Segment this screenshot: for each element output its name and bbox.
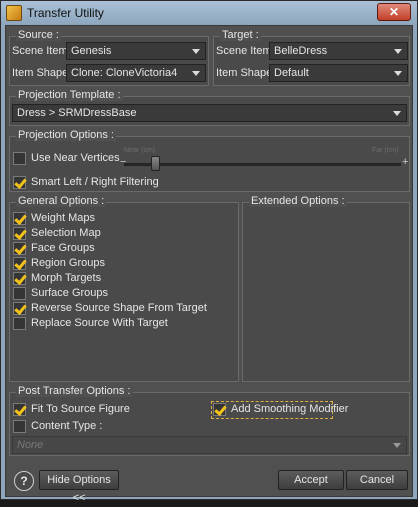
transfer-utility-window: Transfer Utility ✕ Source : Scene Item :… [0,0,418,504]
general-option-label: Region Groups [31,257,105,269]
use-near-vertices-label: Use Near Vertices [31,152,120,164]
source-scene-item-value: Genesis [71,45,112,57]
content-type-dropdown[interactable]: None [12,436,407,454]
target-legend: Target : [220,29,261,41]
general-option-label: Reverse Source Shape From Target [31,302,207,314]
distance-slider-handle[interactable] [150,156,160,171]
hide-options-button[interactable]: Hide Options << [39,470,119,504]
close-button[interactable]: ✕ [377,3,411,21]
use-near-vertices-box [13,152,26,165]
extended-options-legend: Extended Options : [249,195,347,207]
app-icon [6,5,22,21]
general-option-label: Replace Source With Target [31,317,168,329]
help-icon: ? [20,474,28,488]
general-option-label: Selection Map [31,227,101,239]
general-option-checkbox[interactable]: Morph Targets [13,272,233,286]
smart-filtering-checkbox[interactable]: Smart Left / Right Filtering [13,176,213,190]
projection-template-value: Dress > SRMDressBase [17,107,137,119]
chevron-down-icon [394,71,402,76]
projection-options-legend: Projection Options : [16,129,116,141]
general-option-box [13,302,26,315]
close-icon: ✕ [388,5,400,19]
distance-slider-track[interactable] [124,163,401,166]
general-option-box [13,272,26,285]
fit-to-source-label: Fit To Source Figure [31,403,130,415]
window-title: Transfer Utility [27,6,104,20]
content-type-value: None [17,439,44,451]
general-option-checkbox[interactable]: Reverse Source Shape From Target [13,302,233,316]
target-scene-item-dropdown[interactable]: BelleDress [269,42,408,60]
general-option-box [13,287,26,300]
chevron-down-icon [393,443,401,448]
general-option-label: Morph Targets [31,272,102,284]
general-option-checkbox[interactable]: Surface Groups [13,287,233,301]
post-transfer-legend: Post Transfer Options : [16,385,133,397]
target-scene-item-value: BelleDress [274,45,328,57]
general-option-checkbox[interactable]: Face Groups [13,242,233,256]
general-option-box [13,212,26,225]
fit-to-source-box [13,403,26,416]
projection-template-legend: Projection Template : [16,89,123,101]
projection-template-dropdown[interactable]: Dress > SRMDressBase [12,104,407,122]
add-smoothing-checkbox[interactable]: Add Smoothing Modifier [211,401,348,419]
general-option-label: Weight Maps [31,212,95,224]
general-option-checkbox[interactable]: Region Groups [13,257,233,271]
help-button[interactable]: ? [14,471,34,491]
general-options-legend: General Options : [16,195,107,207]
chevron-down-icon [394,49,402,54]
slider-min-label: Near (cm) [124,147,156,154]
source-item-shape-dropdown[interactable]: Clone: CloneVictoria4 [66,64,206,82]
extended-options-group: Extended Options : [242,195,410,382]
source-scene-item-dropdown[interactable]: Genesis [66,42,206,60]
target-item-shape-value: Default [274,67,309,79]
smart-filtering-box [13,176,26,189]
general-option-checkbox[interactable]: Selection Map [13,227,233,241]
chevron-down-icon [192,49,200,54]
add-smoothing-label: Add Smoothing Modifier [231,403,349,415]
accept-button[interactable]: Accept [278,470,344,490]
source-item-shape-value: Clone: CloneVictoria4 [71,67,178,79]
slider-max-label: Far (cm) [372,147,399,154]
content-type-label: Content Type : [31,420,103,432]
chevron-down-icon [393,111,401,116]
title-bar[interactable]: Transfer Utility ✕ [1,1,417,25]
add-smoothing-box [213,403,226,416]
general-option-checkbox[interactable]: Weight Maps [13,212,233,226]
minus-icon: − [120,156,127,168]
general-option-checkbox[interactable]: Replace Source With Target [13,317,233,331]
source-legend: Source : [16,29,61,41]
dialog-body: Source : Scene Item : Genesis Item Shape… [5,25,413,504]
general-option-label: Face Groups [31,242,95,254]
use-near-vertices-checkbox[interactable]: Use Near Vertices [13,152,123,166]
general-option-box [13,242,26,255]
target-item-shape-dropdown[interactable]: Default [269,64,408,82]
smart-filtering-label: Smart Left / Right Filtering [31,176,159,188]
general-option-box [13,227,26,240]
general-option-box [13,317,26,330]
fit-to-source-checkbox[interactable]: Fit To Source Figure [13,403,143,417]
plus-icon: + [402,156,409,168]
content-type-box [13,420,26,433]
content-type-checkbox[interactable]: Content Type : [13,420,113,434]
chevron-down-icon [192,71,200,76]
cancel-button[interactable]: Cancel [346,470,408,490]
general-option-box [13,257,26,270]
source-scene-item-label: Scene Item : [12,45,74,57]
general-option-label: Surface Groups [31,287,109,299]
